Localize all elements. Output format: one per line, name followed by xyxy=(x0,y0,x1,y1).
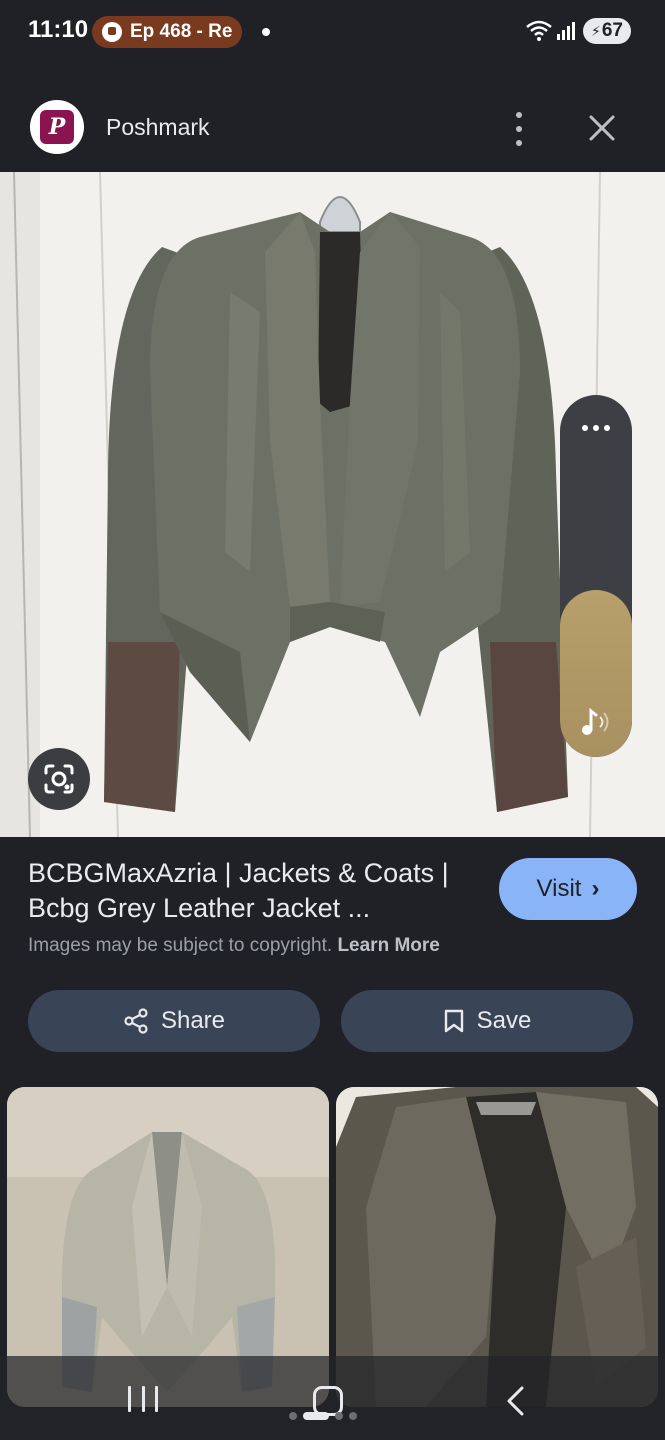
system-nav-bar xyxy=(0,1356,665,1440)
status-bar: 11:10 Ep 468 - Re ⚡ 67 xyxy=(0,0,665,64)
save-label: Save xyxy=(476,1007,532,1034)
notification-dot xyxy=(262,28,270,36)
back-icon[interactable] xyxy=(502,1384,530,1418)
media-pill-text: Ep 468 - Re xyxy=(130,21,233,42)
podcast-icon xyxy=(102,22,122,42)
status-time: 11:10 xyxy=(28,16,89,43)
signal-icon xyxy=(557,22,575,40)
chevron-right-icon: › xyxy=(591,875,600,902)
poshmark-logo: P xyxy=(30,100,84,154)
volume-slider[interactable] xyxy=(560,395,632,757)
source-header: P Poshmark xyxy=(0,82,665,172)
recent-apps-icon[interactable] xyxy=(128,1386,158,1412)
visit-button[interactable]: Visit › xyxy=(499,858,637,920)
poshmark-logo-mark: P xyxy=(40,110,74,144)
result-title[interactable]: BCBGMaxAzria | Jackets & Coats | Bcbg Gr… xyxy=(28,856,488,926)
site-name[interactable]: Poshmark xyxy=(106,114,210,141)
volume-more-icon[interactable] xyxy=(560,413,632,443)
media-playback-pill[interactable]: Ep 468 - Re xyxy=(92,16,242,48)
lens-icon xyxy=(44,764,74,794)
result-title-block[interactable]: BCBGMaxAzria | Jackets & Coats | Bcbg Gr… xyxy=(28,856,488,926)
save-button[interactable]: Save xyxy=(341,990,633,1052)
more-vert-icon[interactable] xyxy=(506,112,532,146)
visit-label: Visit xyxy=(536,875,582,902)
wifi-icon xyxy=(526,20,552,41)
battery-level: 67 xyxy=(601,20,623,41)
music-note-icon xyxy=(582,707,609,735)
copyright-note: Images may be subject to copyright. Lear… xyxy=(28,935,440,957)
learn-more-link[interactable]: Learn More xyxy=(337,935,439,956)
share-button[interactable]: Share xyxy=(28,990,320,1052)
page-indicator xyxy=(289,1412,357,1420)
lens-button[interactable] xyxy=(28,748,90,810)
battery-indicator: ⚡ 67 xyxy=(583,18,631,44)
copyright-text: Images may be subject to copyright. xyxy=(28,935,333,956)
share-label: Share xyxy=(160,1007,226,1034)
share-icon xyxy=(124,1008,148,1034)
close-icon[interactable] xyxy=(586,112,618,144)
charging-icon: ⚡ xyxy=(591,22,601,39)
bookmark-icon xyxy=(444,1009,463,1033)
